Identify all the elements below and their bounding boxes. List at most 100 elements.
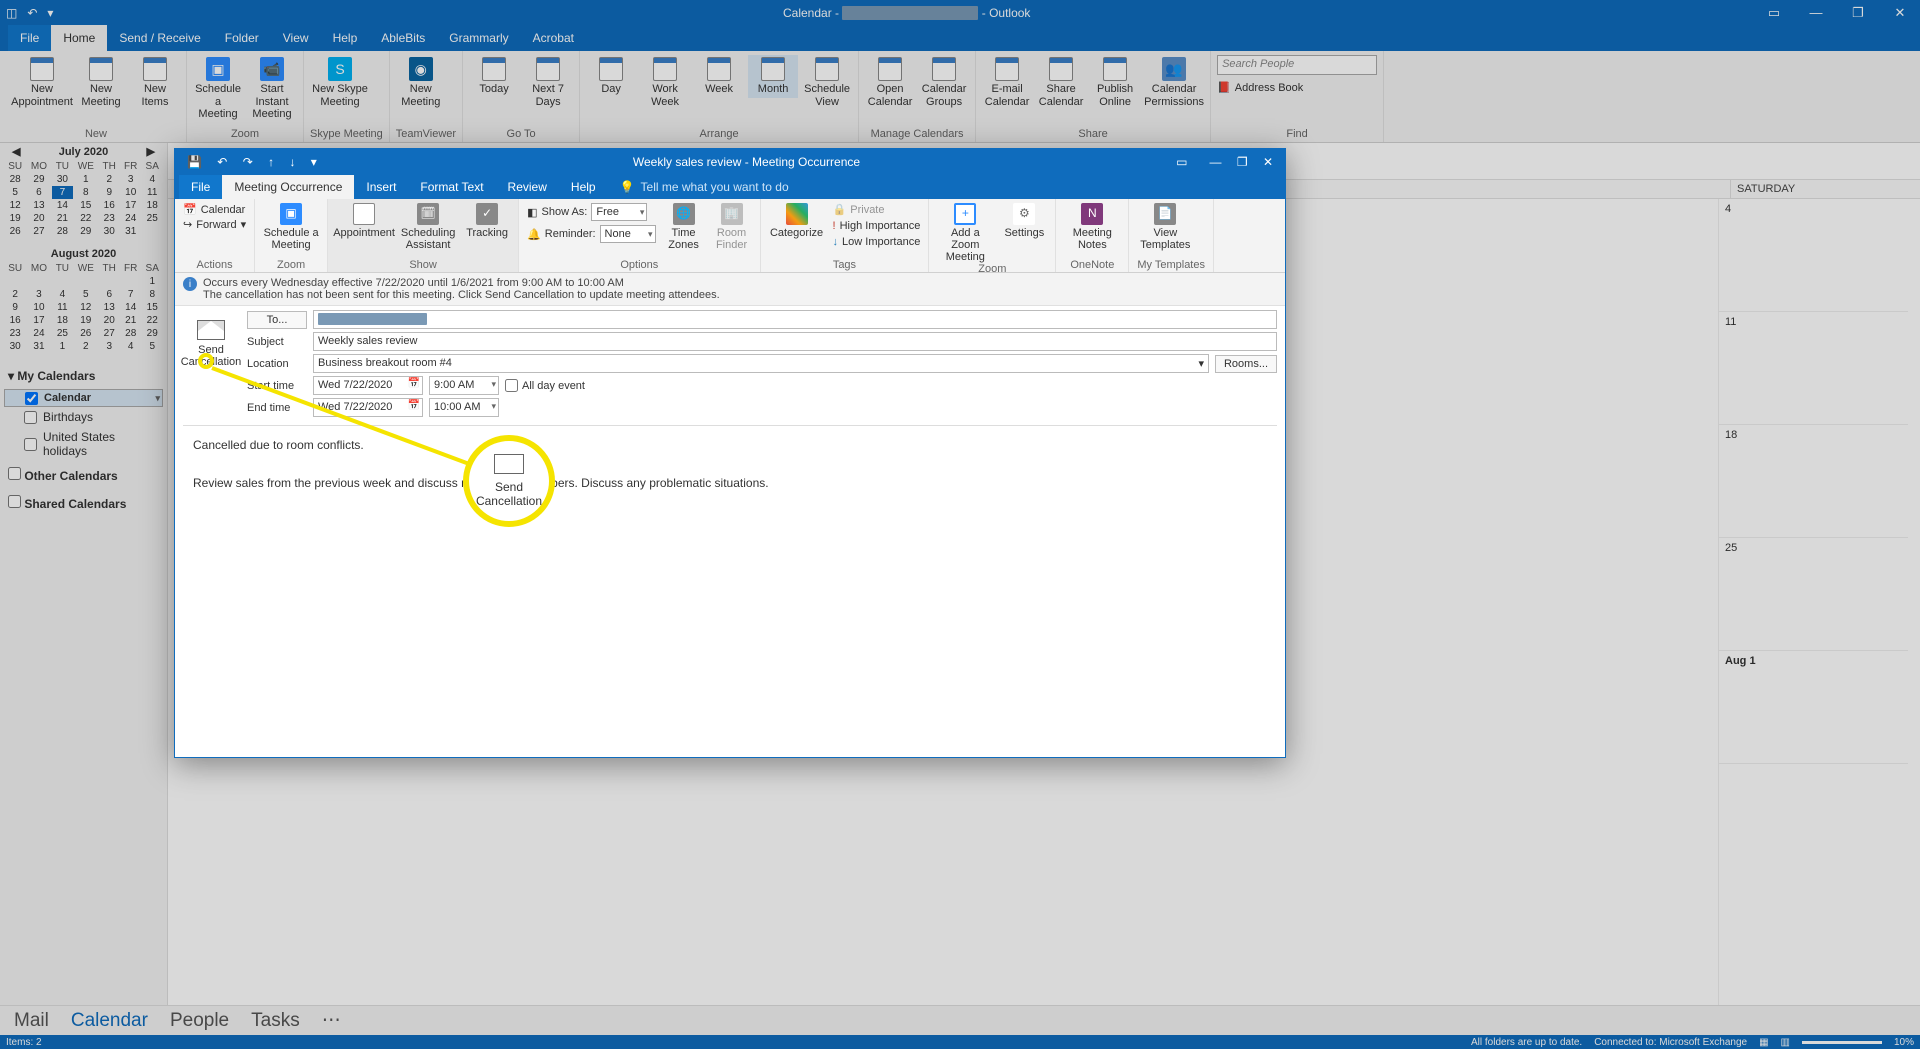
next-icon[interactable]: ↓ (283, 155, 301, 169)
scheduling-assistant-button[interactable]: 🗓Scheduling Assistant (400, 203, 456, 251)
sat-cell[interactable]: Aug 1 (1719, 651, 1908, 764)
appointment-button[interactable]: Appointment (336, 203, 392, 239)
dlg-tab-help[interactable]: Help (559, 175, 608, 199)
birthdays-item[interactable]: Birthdays (4, 407, 163, 427)
start-time-field[interactable]: 9:00 AM (429, 376, 499, 395)
maximize-icon[interactable]: ❐ (1231, 155, 1254, 169)
week-button[interactable]: Week (694, 55, 744, 98)
prev-month-icon[interactable]: ◀ (12, 145, 20, 158)
calendar-permissions-button[interactable]: 👥Calendar Permissions (1144, 55, 1204, 110)
minimize-icon[interactable]: — (1802, 5, 1830, 21)
view-normal-icon[interactable]: ▦ (1759, 1037, 1768, 1048)
close-icon[interactable]: ✕ (1886, 5, 1914, 21)
calendar-checkbox[interactable] (25, 392, 38, 405)
next-month-icon[interactable]: ▶ (147, 145, 155, 158)
other-calendars-group[interactable]: Other Calendars (4, 461, 163, 489)
sat-cell[interactable]: 11 (1719, 312, 1908, 425)
calendar-action-button[interactable]: 📅Calendar (183, 203, 245, 216)
holidays-item[interactable]: United States holidays (4, 427, 163, 461)
start-date-field[interactable]: Wed 7/22/2020 (313, 376, 423, 395)
calendar-groups-button[interactable]: Calendar Groups (919, 55, 969, 110)
nav-more-icon[interactable]: ⋯ (322, 1009, 341, 1032)
all-day-checkbox[interactable]: All day event (505, 379, 585, 392)
to-button[interactable]: To... (247, 311, 307, 329)
workweek-button[interactable]: Work Week (640, 55, 690, 110)
month-button[interactable]: Month (748, 55, 798, 98)
new-meeting-button[interactable]: New Meeting (76, 55, 126, 110)
nav-people[interactable]: People (170, 1010, 229, 1032)
calendar-item[interactable]: Calendar (4, 389, 163, 407)
tab-grammarly[interactable]: Grammarly (437, 25, 520, 51)
tab-file[interactable]: File (8, 25, 51, 51)
location-field[interactable]: Business breakout room #4▾ (313, 354, 1209, 373)
end-date-field[interactable]: Wed 7/22/2020 (313, 398, 423, 417)
new-appointment-button[interactable]: New Appointment (12, 55, 72, 110)
close-icon[interactable]: ✕ (1257, 155, 1279, 169)
today-button[interactable]: Today (469, 55, 519, 98)
mini-calendar-july[interactable]: ◀July 2020▶ SUMOTUWETHFRSA28293012345678… (4, 143, 163, 238)
undo-icon[interactable]: ↶ (27, 6, 37, 20)
dlg-tab-file[interactable]: File (179, 175, 222, 199)
new-skype-button[interactable]: SNew Skype Meeting (310, 55, 370, 110)
instant-zoom-button[interactable]: 📹Start Instant Meeting (247, 55, 297, 123)
teamviewer-button[interactable]: ◉New Meeting (396, 55, 446, 110)
add-zoom-button[interactable]: +Add a Zoom Meeting (937, 203, 993, 263)
address-book-button[interactable]: 📕Address Book (1217, 81, 1303, 94)
shared-calendars-group[interactable]: Shared Calendars (4, 489, 163, 517)
schedule-view-button[interactable]: Schedule View (802, 55, 852, 110)
qat-more-icon[interactable]: ▾ (305, 155, 323, 169)
tab-view[interactable]: View (271, 25, 321, 51)
publish-online-button[interactable]: Publish Online (1090, 55, 1140, 110)
room-finder-button[interactable]: 🏢Room Finder (712, 203, 752, 251)
sat-cell[interactable]: 25 (1719, 538, 1908, 651)
tab-help[interactable]: Help (321, 25, 370, 51)
zoom-settings-button[interactable]: ⚙Settings (1001, 203, 1047, 239)
tab-folder[interactable]: Folder (213, 25, 271, 51)
dlg-tab-format-text[interactable]: Format Text (408, 175, 495, 199)
redo-icon[interactable]: ↷ (237, 155, 259, 169)
nav-mail[interactable]: Mail (14, 1010, 49, 1032)
tab-acrobat[interactable]: Acrobat (521, 25, 586, 51)
time-zones-button[interactable]: 🌐Time Zones (664, 203, 704, 251)
categorize-button[interactable]: Categorize (769, 203, 825, 239)
low-importance-button[interactable]: ↓Low Importance (833, 236, 921, 248)
zoom-slider[interactable] (1802, 1041, 1882, 1044)
mini-cal-table[interactable]: SUMOTUWETHFRSA28293012345678910111213141… (4, 160, 163, 238)
mini-calendar-august[interactable]: August 2020 SUMOTUWETHFRSA12345678910111… (4, 246, 163, 353)
tracking-button[interactable]: ✓Tracking (464, 203, 510, 239)
save-icon[interactable]: 💾 (181, 155, 208, 169)
rooms-button[interactable]: Rooms... (1215, 355, 1277, 373)
day-button[interactable]: Day (586, 55, 636, 98)
tab-ablebits[interactable]: AbleBits (369, 25, 437, 51)
view-reading-icon[interactable]: ▥ (1781, 1037, 1790, 1048)
high-importance-button[interactable]: !High Importance (833, 220, 921, 232)
dlg-tab-review[interactable]: Review (496, 175, 559, 199)
nav-calendar[interactable]: Calendar (71, 1010, 148, 1032)
tab-home[interactable]: Home (51, 25, 107, 51)
tab-send-receive[interactable]: Send / Receive (107, 25, 212, 51)
new-items-button[interactable]: New Items (130, 55, 180, 110)
schedule-meeting-button[interactable]: ▣Schedule a Meeting (263, 203, 319, 251)
prev-icon[interactable]: ↑ (262, 155, 280, 169)
maximize-icon[interactable]: ❐ (1844, 5, 1872, 21)
email-calendar-button[interactable]: E-mail Calendar (982, 55, 1032, 110)
minimize-icon[interactable]: — (1203, 155, 1227, 169)
show-as-select[interactable]: Free (591, 203, 647, 221)
my-calendars-group[interactable]: ▾ My Calendars (4, 363, 163, 389)
to-field[interactable]: ██████████████ (313, 310, 1277, 329)
nav-tasks[interactable]: Tasks (251, 1010, 300, 1032)
forward-button[interactable]: ↪Forward ▾ (183, 218, 246, 231)
subject-field[interactable]: Weekly sales review (313, 332, 1277, 351)
reminder-select[interactable]: None (600, 225, 656, 243)
open-calendar-button[interactable]: Open Calendar (865, 55, 915, 110)
tell-me-input[interactable]: 💡Tell me what you want to do (608, 175, 801, 199)
ribbon-display-icon[interactable]: ▭ (1760, 5, 1788, 21)
meeting-body[interactable]: Cancelled due to room conflicts. Review … (183, 425, 1277, 749)
dlg-tab-insert[interactable]: Insert (354, 175, 408, 199)
birthdays-checkbox[interactable] (24, 411, 37, 424)
share-calendar-button[interactable]: Share Calendar (1036, 55, 1086, 110)
ribbon-display-icon[interactable]: ▭ (1170, 155, 1193, 169)
meeting-notes-button[interactable]: NMeeting Notes (1064, 203, 1120, 251)
holidays-checkbox[interactable] (24, 438, 37, 451)
next7-button[interactable]: Next 7 Days (523, 55, 573, 110)
